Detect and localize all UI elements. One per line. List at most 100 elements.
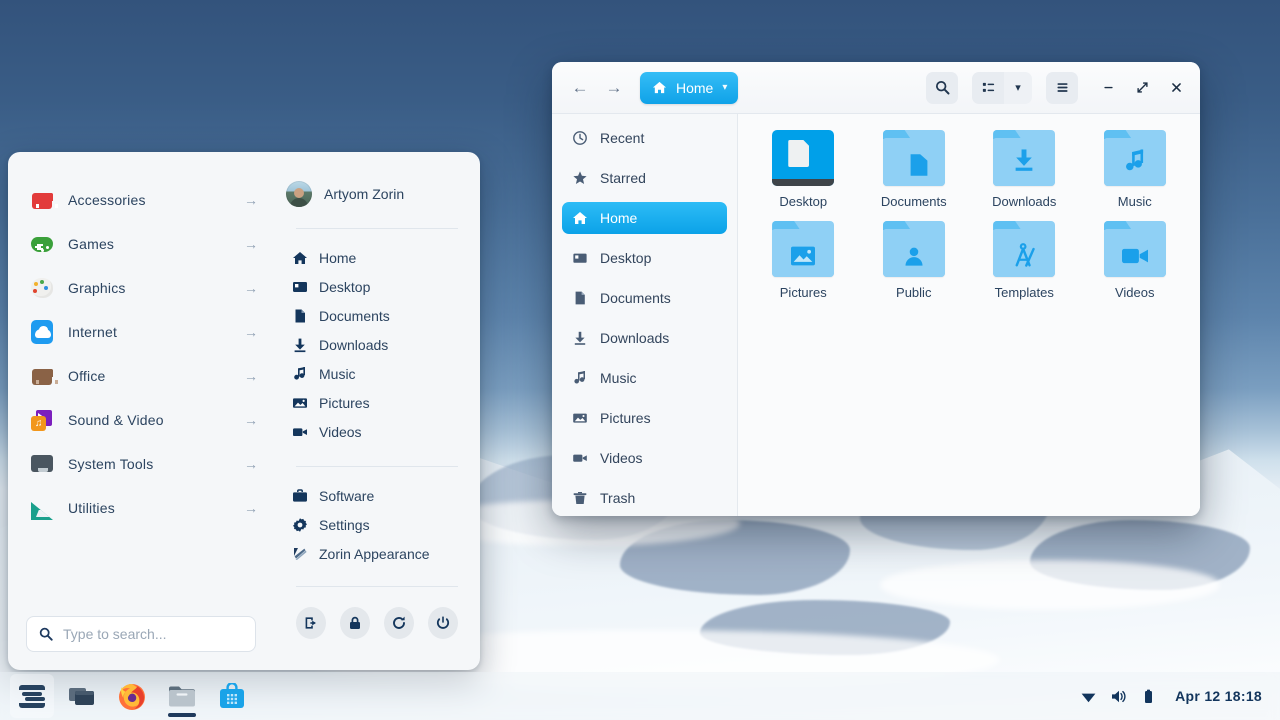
sidebar-item-recent[interactable]: Recent — [562, 122, 727, 154]
file-item-pictures[interactable]: Pictures — [748, 221, 859, 300]
place-item-desktop[interactable]: Desktop — [286, 272, 468, 301]
logout-button[interactable] — [296, 607, 326, 639]
search-button[interactable] — [926, 72, 958, 104]
place-item-home[interactable]: Home — [286, 243, 468, 272]
category-item-utilities[interactable]: Utilities → — [8, 486, 274, 530]
path-button-home[interactable]: Home ▾ — [640, 72, 738, 104]
system-label: Software — [319, 488, 374, 504]
chevron-right-icon: → — [244, 281, 258, 295]
place-item-documents[interactable]: Documents — [286, 301, 468, 330]
desktop-folder-icon — [772, 130, 834, 186]
software-icon — [292, 488, 308, 504]
category-item-sound-video[interactable]: ♫ Sound & Video → — [8, 398, 274, 442]
battery-icon[interactable] — [1139, 687, 1157, 705]
place-item-downloads[interactable]: Downloads — [286, 330, 468, 359]
forward-button[interactable]: → — [600, 74, 628, 102]
minimize-button[interactable] — [1094, 74, 1122, 102]
file-item-desktop[interactable]: Desktop — [748, 130, 859, 209]
documents-folder-icon — [883, 130, 945, 186]
chevron-down-icon: ▾ — [722, 82, 727, 93]
system-item-settings[interactable]: Settings — [286, 510, 468, 539]
divider — [296, 466, 458, 467]
app-menu-right-pane: Artyom Zorin Home Desktop — [274, 152, 480, 670]
file-item-videos[interactable]: Videos — [1080, 221, 1191, 300]
software-store-icon — [219, 683, 245, 709]
firefox-icon — [117, 681, 147, 711]
system-item-software[interactable]: Software — [286, 481, 468, 510]
sidebar-item-pictures[interactable]: Pictures — [562, 402, 727, 434]
category-item-graphics[interactable]: Graphics → — [8, 266, 274, 310]
file-item-label: Videos — [1115, 285, 1155, 300]
clock[interactable]: Apr 12 18:18 — [1175, 688, 1262, 704]
category-label: System Tools — [68, 456, 230, 472]
place-label: Music — [319, 366, 356, 382]
file-item-music[interactable]: Music — [1080, 130, 1191, 209]
sidebar-item-music[interactable]: Music — [562, 362, 727, 394]
shutdown-button[interactable] — [428, 607, 458, 639]
search-box[interactable] — [26, 616, 256, 652]
music-folder-icon — [1104, 130, 1166, 186]
category-label: Graphics — [68, 280, 230, 296]
sidebar-item-label: Starred — [600, 170, 646, 186]
files-sidebar: Recent Starred Home — [552, 114, 738, 516]
view-dropdown-button[interactable]: ▾ — [1004, 72, 1032, 104]
zorin-menu-button[interactable] — [10, 674, 54, 718]
category-item-internet[interactable]: Internet → — [8, 310, 274, 354]
file-item-downloads[interactable]: Downloads — [969, 130, 1080, 209]
sidebar-item-label: Home — [600, 210, 637, 226]
gamepad-icon — [30, 232, 54, 256]
music-icon — [292, 366, 308, 382]
category-label: Office — [68, 368, 230, 384]
sidebar-item-home[interactable]: Home — [562, 202, 727, 234]
music-video-icon: ♫ — [30, 408, 54, 432]
desktop: Accessories → Games → Graphics → Interne… — [0, 0, 1280, 720]
category-item-system-tools[interactable]: System Tools → — [8, 442, 274, 486]
file-item-label: Documents — [881, 194, 947, 209]
videos-folder-icon — [1104, 221, 1166, 277]
category-item-games[interactable]: Games → — [8, 222, 274, 266]
category-item-accessories[interactable]: Accessories → — [8, 178, 274, 222]
system-item-zorin-appearance[interactable]: Zorin Appearance — [286, 539, 468, 568]
place-label: Downloads — [319, 337, 388, 353]
place-item-music[interactable]: Music — [286, 359, 468, 388]
chevron-right-icon: → — [244, 237, 258, 251]
volume-icon[interactable] — [1109, 687, 1127, 705]
sidebar-item-label: Videos — [600, 450, 643, 466]
place-item-videos[interactable]: Videos — [286, 417, 468, 446]
files-button[interactable] — [160, 674, 204, 718]
category-item-office[interactable]: Office → — [8, 354, 274, 398]
network-icon[interactable] — [1079, 687, 1097, 705]
maximize-button[interactable] — [1128, 74, 1156, 102]
search-icon — [39, 627, 53, 641]
sidebar-item-videos[interactable]: Videos — [562, 442, 727, 474]
place-label: Desktop — [319, 279, 370, 295]
firefox-button[interactable] — [110, 674, 154, 718]
picture-icon — [572, 410, 588, 426]
sidebar-item-trash[interactable]: Trash — [562, 482, 727, 514]
category-label: Internet — [68, 324, 230, 340]
file-item-templates[interactable]: Templates — [969, 221, 1080, 300]
sidebar-item-starred[interactable]: Starred — [562, 162, 727, 194]
place-item-pictures[interactable]: Pictures — [286, 388, 468, 417]
taskbar-apps — [10, 674, 254, 718]
workspace-switcher-button[interactable] — [60, 674, 104, 718]
window-headerbar: ← → Home ▾ ▾ — [552, 62, 1200, 114]
lock-button[interactable] — [340, 607, 370, 639]
close-button[interactable] — [1162, 74, 1190, 102]
search-input[interactable] — [63, 626, 243, 642]
gear-icon — [292, 517, 308, 533]
document-icon — [572, 290, 588, 306]
hamburger-menu-button[interactable] — [1046, 72, 1078, 104]
chevron-right-icon: → — [244, 457, 258, 471]
file-item-public[interactable]: Public — [859, 221, 970, 300]
software-button[interactable] — [210, 674, 254, 718]
sidebar-item-documents[interactable]: Documents — [562, 282, 727, 314]
list-view-button[interactable] — [972, 72, 1004, 104]
file-item-documents[interactable]: Documents — [859, 130, 970, 209]
back-button[interactable]: ← — [566, 74, 594, 102]
sidebar-item-downloads[interactable]: Downloads — [562, 322, 727, 354]
chevron-right-icon: → — [244, 193, 258, 207]
restart-button[interactable] — [384, 607, 414, 639]
sidebar-item-desktop[interactable]: Desktop — [562, 242, 727, 274]
user-row[interactable]: Artyom Zorin — [274, 176, 480, 212]
